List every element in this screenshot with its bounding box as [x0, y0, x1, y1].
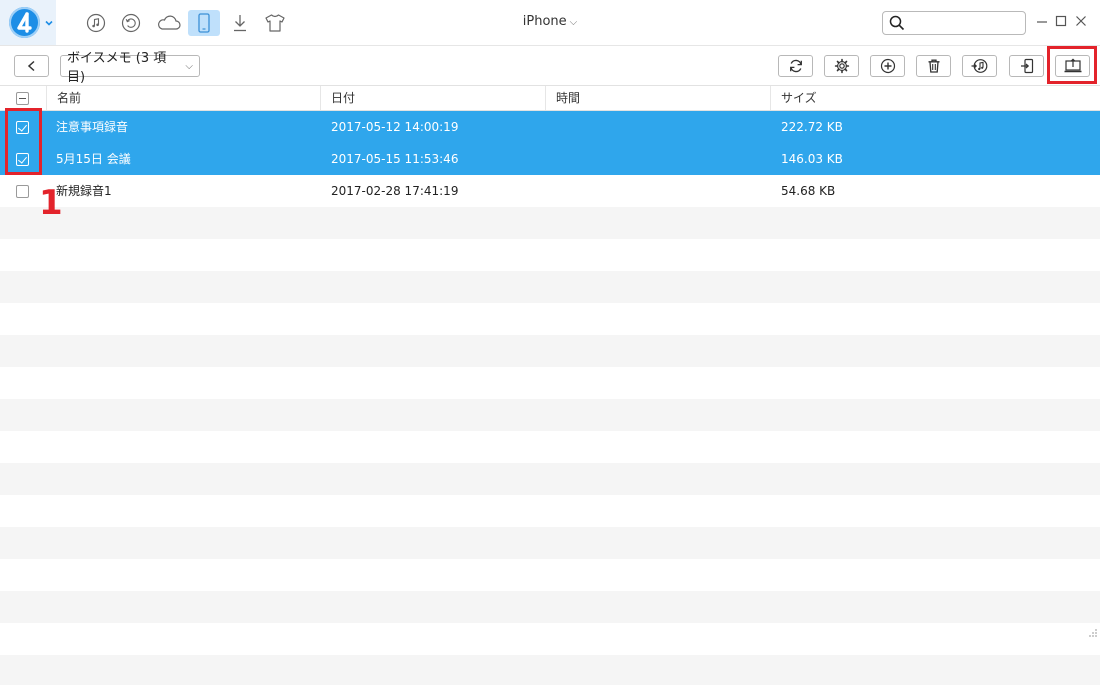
add-icon	[880, 58, 895, 74]
search-input[interactable]	[882, 11, 1026, 35]
settings-icon	[834, 58, 849, 74]
highlight-box-export	[1047, 46, 1097, 84]
delete-button[interactable]	[916, 55, 951, 77]
annotation-marker-1: 1	[39, 183, 63, 223]
row-name: 新規録音1	[56, 184, 112, 198]
resize-grip-icon[interactable]	[1088, 628, 1098, 638]
title-bar: iPhone ⌵	[0, 0, 1100, 46]
empty-row	[0, 303, 1100, 335]
voice-memo-table: 名前 日付 時間 サイズ 注意事項録音 2017-05-12 14:00:19 …	[0, 86, 1100, 685]
app-menu[interactable]	[0, 0, 56, 45]
empty-row	[0, 463, 1100, 495]
select-all-checkbox[interactable]	[16, 92, 29, 105]
empty-row	[0, 559, 1100, 591]
to-itunes-button[interactable]	[962, 55, 997, 77]
refresh-button[interactable]	[778, 55, 813, 77]
minimize-icon	[1037, 21, 1047, 23]
close-button[interactable]	[1073, 13, 1089, 29]
column-header-date[interactable]: 日付	[320, 86, 545, 110]
trash-icon	[928, 59, 939, 73]
maximize-button[interactable]	[1053, 13, 1069, 29]
to-device-icon	[1020, 58, 1033, 74]
empty-row	[0, 527, 1100, 559]
chevron-down-icon: ⌵	[569, 17, 578, 28]
row-date: 2017-05-15 11:53:46	[331, 152, 459, 166]
empty-row	[0, 623, 1100, 655]
minimize-button[interactable]	[1034, 13, 1050, 29]
tshirt-icon[interactable]	[263, 11, 287, 35]
empty-row	[0, 431, 1100, 463]
row-name: 5月15日 会議	[56, 152, 131, 166]
maximize-icon	[1055, 15, 1067, 27]
highlight-box-checkboxes	[5, 108, 42, 175]
empty-row	[0, 495, 1100, 527]
settings-button[interactable]	[824, 55, 859, 77]
column-header-size[interactable]: サイズ	[770, 86, 1100, 110]
close-icon	[1076, 16, 1086, 26]
empty-row	[0, 207, 1100, 239]
music-icon[interactable]	[84, 11, 108, 35]
to-device-button[interactable]	[1009, 55, 1044, 77]
device-name: iPhone	[522, 14, 567, 29]
table-row[interactable]: 5月15日 会議 2017-05-15 11:53:46 146.03 KB	[0, 143, 1100, 175]
toolbar: ボイスメモ (3 項目) ⌵	[0, 46, 1100, 86]
row-date: 2017-05-12 14:00:19	[331, 120, 459, 134]
empty-row	[0, 335, 1100, 367]
chevron-down-icon: ⌵	[185, 60, 193, 72]
row-size: 146.03 KB	[781, 152, 843, 166]
table-row[interactable]: 新規録音1 2017-02-28 17:41:19 54.68 KB	[0, 175, 1100, 207]
column-header-time[interactable]: 時間	[545, 86, 770, 110]
table-header: 名前 日付 時間 サイズ	[0, 86, 1100, 111]
empty-row	[0, 239, 1100, 271]
refresh-icon	[789, 59, 802, 73]
row-date: 2017-02-28 17:41:19	[331, 184, 459, 198]
app-logo-icon	[9, 7, 40, 38]
empty-row	[0, 399, 1100, 431]
breadcrumb-label: ボイスメモ (3 項目)	[67, 51, 167, 85]
row-name: 注意事項録音	[56, 120, 129, 134]
empty-row	[0, 655, 1100, 685]
row-size: 54.68 KB	[781, 184, 836, 198]
row-size: 222.72 KB	[781, 120, 843, 134]
restore-icon[interactable]	[119, 11, 143, 35]
empty-row	[0, 367, 1100, 399]
device-selector[interactable]: iPhone ⌵	[500, 14, 600, 29]
cloud-icon[interactable]	[155, 11, 183, 35]
search-icon	[889, 15, 905, 31]
add-button[interactable]	[870, 55, 905, 77]
row-checkbox[interactable]	[16, 185, 29, 198]
download-icon[interactable]	[228, 11, 252, 35]
category-dropdown[interactable]: ボイスメモ (3 項目) ⌵	[60, 51, 200, 85]
phone-icon[interactable]	[188, 10, 220, 36]
empty-row	[0, 591, 1100, 623]
column-header-name[interactable]: 名前	[46, 86, 320, 110]
table-row[interactable]: 注意事項録音 2017-05-12 14:00:19 222.72 KB	[0, 111, 1100, 143]
to-itunes-icon	[971, 59, 987, 73]
back-button[interactable]	[14, 55, 49, 77]
empty-row	[0, 271, 1100, 303]
chevron-down-icon	[45, 20, 53, 26]
chevron-left-icon	[27, 60, 35, 72]
